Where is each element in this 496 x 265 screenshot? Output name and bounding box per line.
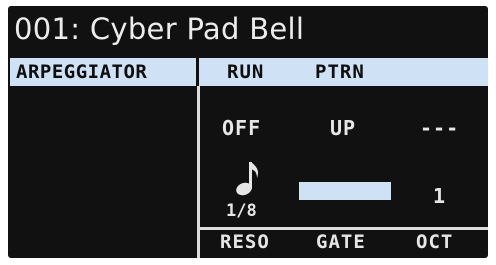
ptrn-param-label: PTRN (315, 61, 365, 83)
run-param-label: RUN (227, 61, 265, 83)
panel-divider (197, 86, 200, 258)
oct-value[interactable]: 1 (433, 184, 446, 208)
eighth-note-icon (236, 162, 259, 196)
reso-param-label: RESO (220, 231, 270, 253)
gate-param-label: GATE (316, 231, 366, 253)
run-value[interactable]: OFF (222, 116, 261, 140)
gate-level-bar[interactable] (299, 182, 391, 200)
device-bezel: 001: Cyber Pad Bell ARPEGGIATOR RUN PTRN… (0, 0, 496, 265)
ptrn-value[interactable]: UP (330, 116, 356, 140)
oct-param-label: OCT (416, 231, 454, 253)
third-param-value[interactable]: --- (420, 116, 459, 140)
arp-rate-value[interactable]: 1/8 (226, 201, 257, 221)
bottom-divider (197, 227, 488, 230)
top-param-header: RUN PTRN (199, 58, 488, 86)
lcd-screen: 001: Cyber Pad Bell ARPEGGIATOR RUN PTRN… (8, 6, 488, 258)
program-title: 001: Cyber Pad Bell (14, 12, 305, 46)
tab-arpeggiator[interactable]: ARPEGGIATOR (10, 58, 196, 86)
